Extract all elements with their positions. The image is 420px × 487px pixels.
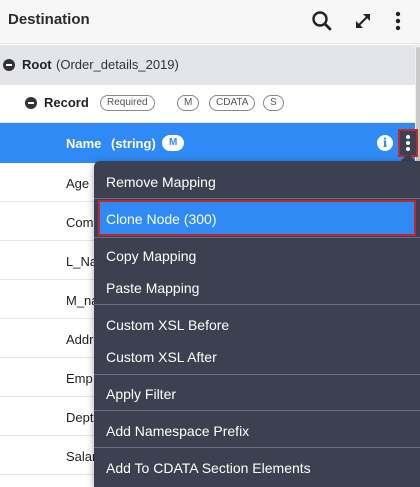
collapse-icon[interactable] — [3, 59, 15, 71]
menu-item-paste-mapping[interactable]: Paste Mapping — [106, 280, 199, 296]
menu-divider — [94, 237, 420, 238]
more-vertical-icon[interactable] — [385, 8, 411, 34]
kebab-dot — [406, 135, 410, 139]
field-label: Emp — [66, 371, 93, 386]
selected-field-label: Name — [66, 136, 102, 151]
field-label: L_Na — [66, 254, 98, 269]
menu-item-add-namespace-prefix[interactable]: Add Namespace Prefix — [106, 423, 249, 439]
expand-icon[interactable] — [350, 8, 376, 34]
menu-item-copy-mapping[interactable]: Copy Mapping — [106, 248, 196, 264]
menu-divider — [94, 410, 420, 411]
tree-row-root[interactable]: Root (Order_details_2019) — [0, 45, 415, 85]
menu-item-custom-xsl-before[interactable]: Custom XSL Before — [106, 317, 229, 333]
tree-row-name-selected[interactable]: Name (string) M i — [0, 123, 415, 163]
m-badge: M — [177, 95, 200, 111]
menu-item-clone-node[interactable]: Clone Node (300) — [106, 211, 217, 227]
menu-divider — [94, 304, 420, 305]
required-badge: Required — [100, 95, 155, 111]
s-badge: S — [263, 95, 284, 111]
field-label: Com — [66, 215, 94, 230]
field-label: Salar — [66, 449, 97, 464]
field-label: Age — [66, 176, 90, 191]
menu-item-custom-xsl-after[interactable]: Custom XSL After — [106, 349, 217, 365]
root-label: Root — [22, 57, 52, 72]
kebab-dot — [406, 147, 410, 151]
search-icon[interactable] — [309, 8, 335, 34]
context-menu: Remove Mapping Clone Node (300) Copy Map… — [94, 161, 420, 487]
collapse-icon[interactable] — [25, 97, 37, 109]
menu-item-apply-filter[interactable]: Apply Filter — [106, 386, 176, 402]
kebab-dot — [406, 141, 410, 145]
field-label: Dept — [66, 410, 94, 425]
record-label: Record — [44, 95, 89, 110]
menu-divider — [94, 198, 420, 199]
panel-title: Destination — [8, 11, 90, 28]
selected-field-type: (string) — [111, 136, 156, 151]
menu-item-remove-mapping[interactable]: Remove Mapping — [106, 174, 216, 190]
cdata-badge: CDATA — [209, 95, 256, 111]
tree-row-record[interactable]: Record Required M CDATA S — [0, 85, 415, 123]
menu-divider — [94, 447, 420, 448]
m-badge: M — [162, 135, 185, 151]
info-icon[interactable]: i — [377, 135, 393, 151]
menu-divider — [94, 374, 420, 375]
field-label: Addr — [66, 332, 94, 347]
panel-header: Destination — [0, 0, 420, 44]
menu-item-add-to-cdata[interactable]: Add To CDATA Section Elements — [106, 460, 311, 476]
root-detail: (Order_details_2019) — [56, 57, 179, 72]
